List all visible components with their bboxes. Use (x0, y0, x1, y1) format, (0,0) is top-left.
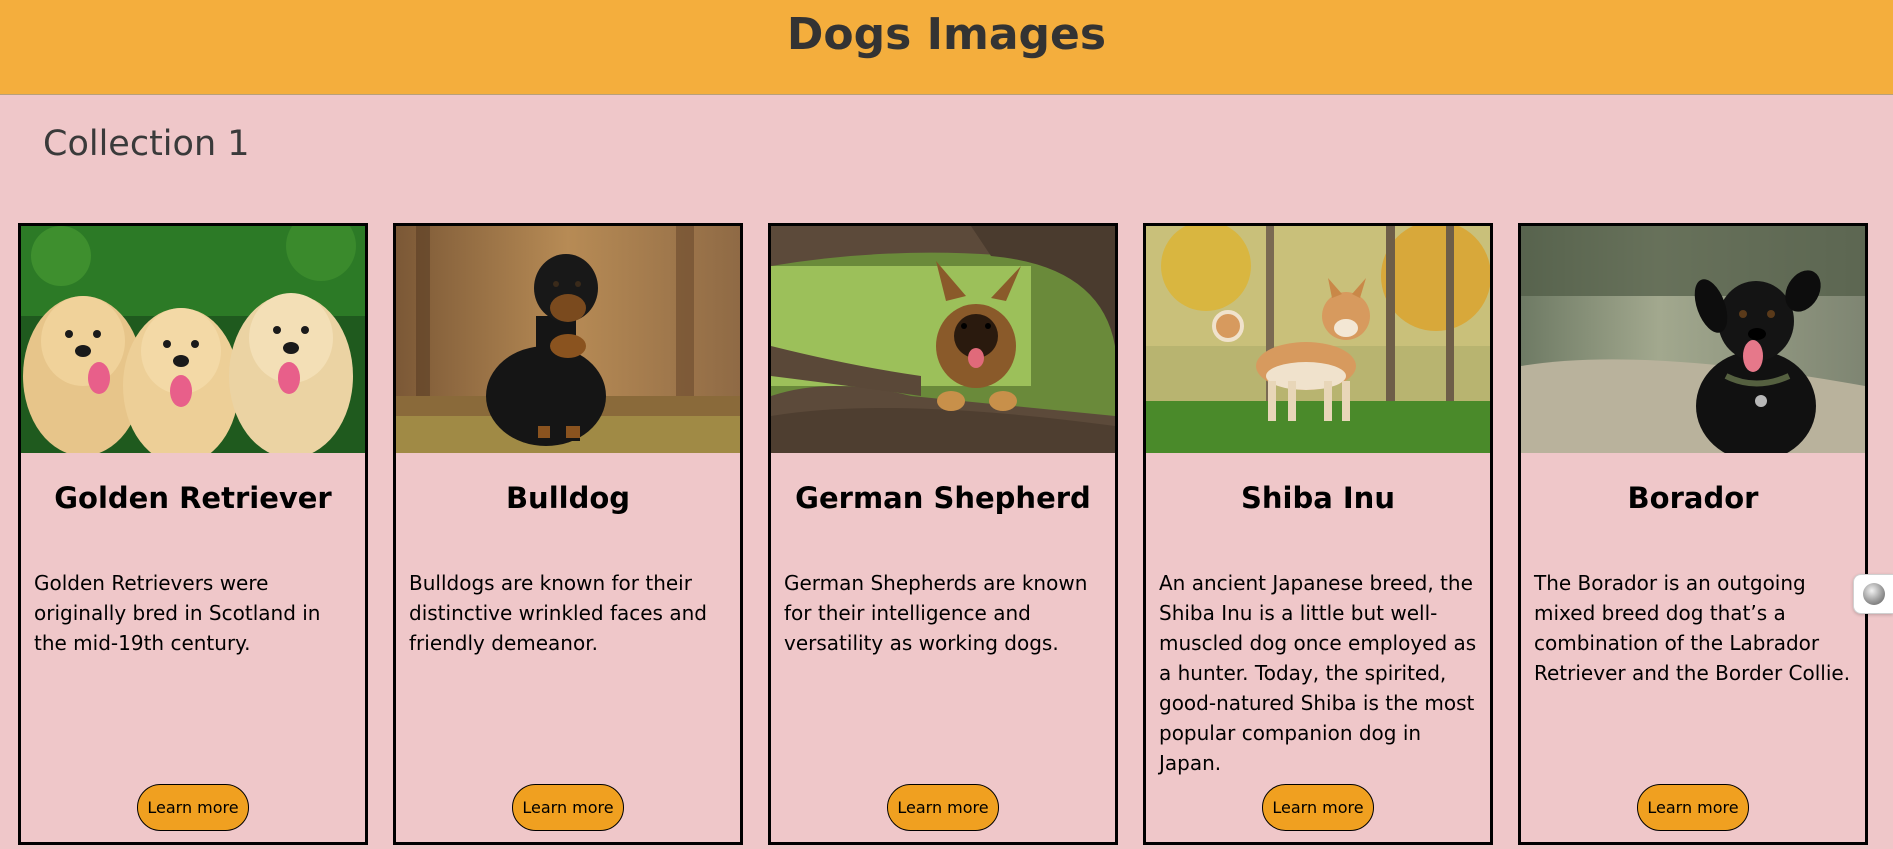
dog-card-borador: Borador The Borador is an outgoing mixed… (1518, 223, 1868, 845)
floating-assistant-button[interactable] (1853, 574, 1893, 614)
card-title: German Shepherd (795, 481, 1091, 515)
page-title: Dogs Images (786, 9, 1107, 60)
bulldog-image (396, 226, 740, 453)
page-header: Dogs Images (0, 0, 1893, 95)
collection-title: Collection 1 (43, 124, 250, 164)
card-description: The Borador is an outgoing mixed breed d… (1534, 571, 1851, 685)
dog-card-golden-retriever: Golden Retriever Golden Retrievers were … (18, 223, 368, 845)
borador-image (1521, 226, 1865, 453)
shiba-inu-image (1146, 226, 1490, 453)
learn-more-button[interactable]: Learn more (887, 784, 999, 831)
card-description: German Shepherds are known for their int… (784, 571, 1088, 655)
assistant-orb-icon (1862, 583, 1885, 605)
card-description: Golden Retrievers were originally bred i… (34, 571, 321, 655)
golden-retriever-image (21, 226, 365, 453)
learn-more-button[interactable]: Learn more (1262, 784, 1374, 831)
card-description: Bulldogs are known for their distinctive… (409, 571, 707, 655)
card-title: Bulldog (505, 481, 631, 515)
card-title: Shiba Inu (1241, 481, 1395, 515)
card-title: Borador (1627, 481, 1759, 515)
dog-card-bulldog: Bulldog Bulldogs are known for their dis… (393, 223, 743, 845)
card-title: Golden Retriever (54, 481, 332, 515)
learn-more-button[interactable]: Learn more (137, 784, 249, 831)
learn-more-button[interactable]: Learn more (512, 784, 624, 831)
dog-card-german-shepherd: German Shepherd German Shepherds are kno… (768, 223, 1118, 845)
dog-card-shiba-inu: Shiba Inu An ancient Japanese breed, the… (1143, 223, 1493, 845)
german-shepherd-image (771, 226, 1115, 453)
learn-more-button[interactable]: Learn more (1637, 784, 1749, 831)
card-description: An ancient Japanese breed, the Shiba Inu… (1159, 571, 1477, 775)
